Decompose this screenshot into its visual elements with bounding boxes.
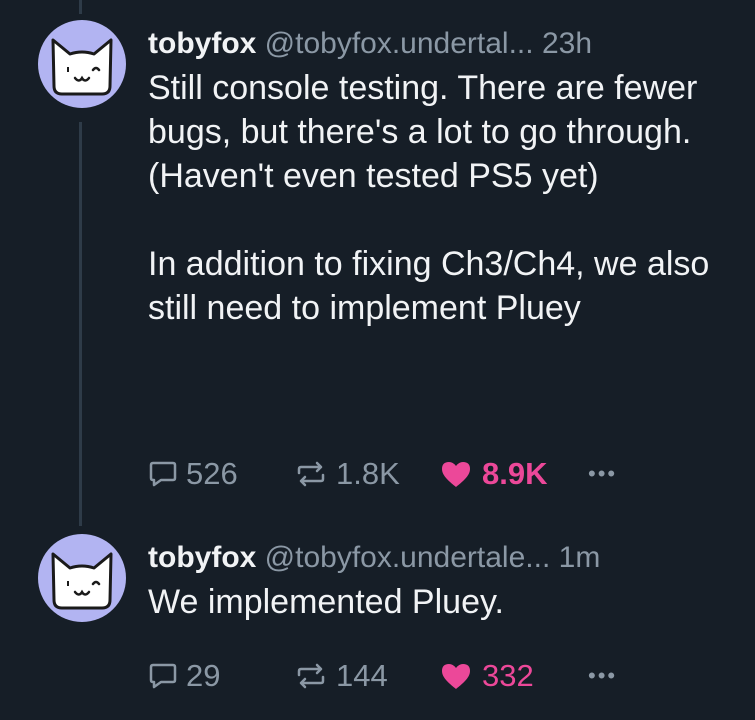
more-icon: ••• bbox=[588, 461, 618, 486]
post-text: We implemented Pluey. bbox=[148, 583, 504, 621]
more-options-button[interactable]: ••• bbox=[588, 461, 617, 487]
like-count: 332 bbox=[482, 658, 534, 693]
heart-icon bbox=[440, 460, 472, 488]
avatar[interactable] bbox=[38, 20, 126, 108]
cat-face-icon bbox=[51, 552, 113, 610]
handle[interactable]: @tobyfox.undertale... bbox=[265, 541, 551, 574]
thread-line-top bbox=[79, 0, 82, 14]
repost-count: 1.8K bbox=[336, 456, 400, 491]
more-options-button[interactable]: ••• bbox=[588, 663, 617, 689]
post-header: tobyfox @tobyfox.undertale... 1m bbox=[148, 540, 748, 576]
reply-icon bbox=[148, 460, 178, 488]
repost-icon bbox=[294, 662, 328, 690]
timestamp[interactable]: 23h bbox=[542, 27, 592, 60]
display-name[interactable]: tobyfox bbox=[148, 27, 256, 60]
heart-icon bbox=[440, 662, 472, 690]
cat-face-icon bbox=[51, 38, 113, 96]
like-button[interactable]: 332 bbox=[440, 658, 588, 694]
handle[interactable]: @tobyfox.undertal... bbox=[265, 27, 534, 60]
reply-button[interactable]: 29 bbox=[148, 658, 294, 694]
thread-line bbox=[79, 122, 82, 526]
avatar[interactable] bbox=[38, 534, 126, 622]
repost-icon bbox=[294, 460, 328, 488]
reply-count: 526 bbox=[186, 456, 238, 491]
repost-count: 144 bbox=[336, 658, 388, 693]
like-count: 8.9K bbox=[482, 456, 548, 491]
post-actions: 29 144 332 ••• bbox=[148, 654, 617, 698]
like-button[interactable]: 8.9K bbox=[440, 456, 588, 492]
post-body: tobyfox @tobyfox.undertal... 23h Still c… bbox=[148, 26, 748, 330]
post-header: tobyfox @tobyfox.undertal... 23h bbox=[148, 26, 748, 62]
repost-button[interactable]: 1.8K bbox=[294, 456, 440, 492]
more-icon: ••• bbox=[588, 663, 618, 688]
reply-button[interactable]: 526 bbox=[148, 456, 294, 492]
timestamp[interactable]: 1m bbox=[559, 541, 601, 574]
post-text: Still console testing. There are fewer b… bbox=[148, 69, 710, 327]
reply-icon bbox=[148, 662, 178, 690]
repost-button[interactable]: 144 bbox=[294, 658, 440, 694]
post-body: tobyfox @tobyfox.undertale... 1m We impl… bbox=[148, 540, 748, 624]
reply-count: 29 bbox=[186, 658, 221, 693]
display-name[interactable]: tobyfox bbox=[148, 541, 256, 574]
post-actions: 526 1.8K 8.9K ••• bbox=[148, 452, 617, 496]
